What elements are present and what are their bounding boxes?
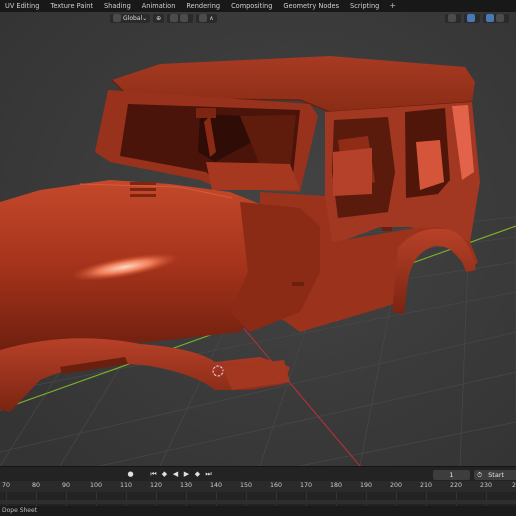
ruler-tick-label: 190 (359, 482, 373, 489)
tab-uv-editing[interactable]: UV Editing (0, 0, 45, 12)
chevron-down-icon: ⌄ (142, 14, 148, 22)
jump-end-icon[interactable]: ⏭ (204, 470, 213, 479)
pivot-point-dropdown[interactable]: ⊕ (153, 13, 165, 23)
ruler-tick-label: 160 (269, 482, 283, 489)
tab-compositing[interactable]: Compositing (226, 0, 278, 12)
prev-keyframe-icon[interactable]: ◆ (160, 470, 169, 479)
orientation-icon (113, 14, 121, 22)
overlay-toggle[interactable] (464, 13, 480, 23)
next-keyframe-icon[interactable]: ◆ (193, 470, 202, 479)
tab-shading[interactable]: Shading (99, 0, 137, 12)
ruler-tick-label: 130 (179, 482, 193, 489)
tab-animation[interactable]: Animation (137, 0, 182, 12)
falloff-icon: ∧ (209, 14, 214, 22)
ruler-tick-label: 110 (119, 482, 133, 489)
clock-icon: ⏱ (477, 471, 483, 479)
record-button[interactable]: ● (126, 470, 135, 479)
tab-scripting[interactable]: Scripting (345, 0, 385, 12)
ruler-tick-label: 200 (389, 482, 403, 489)
timeline-editor: ● ⏮ ◆ ◀ ▶ ◆ ⏭ 1 ⏱ Start 70 80 90 100 110 120 1… (0, 466, 516, 507)
ruler-tick-label: 70 (1, 482, 11, 489)
ruler-tick-label: 150 (239, 482, 253, 489)
ruler-tick-label: 140 (209, 482, 223, 489)
play-icon[interactable]: ▶ (182, 470, 191, 479)
solid-shading-icon (486, 14, 494, 22)
overlays-icon (467, 14, 475, 22)
material-preview-icon (496, 14, 504, 22)
viewport-scene (0, 12, 516, 466)
ruler-tick-label: 180 (329, 482, 343, 489)
viewport-header-center: Global ⌄ ⊕ ∧ (110, 13, 220, 23)
visibility-icon (448, 14, 456, 22)
timeline-scrollbar[interactable] (0, 500, 516, 504)
gizmo-toggle[interactable] (445, 13, 461, 23)
start-frame-field[interactable]: ⏱ Start (474, 470, 516, 480)
pivot-icon: ⊕ (156, 14, 162, 22)
ruler-tick-label: 220 (449, 482, 463, 489)
play-reverse-icon[interactable]: ◀ (171, 470, 180, 479)
tab-texture-paint[interactable]: Texture Paint (45, 0, 99, 12)
snap-icon (170, 14, 179, 22)
snapping-dropdown[interactable] (167, 13, 194, 23)
ruler-tick-label: 24 (511, 482, 516, 489)
frame-ruler[interactable]: 70 80 90 100 110 120 130 140 150 160 170 180 190 200 2… (0, 481, 516, 506)
workspace-tab-bar: UV Editing Texture Paint Shading Animati… (0, 0, 516, 12)
3d-viewport[interactable]: Global ⌄ ⊕ ∧ (0, 12, 516, 466)
playback-controls: ● ⏮ ◆ ◀ ▶ ◆ ⏭ 1 ⏱ Start (0, 469, 516, 481)
editor-type-label: Dope Sheet (0, 506, 516, 516)
current-frame-field[interactable]: 1 (433, 470, 470, 480)
shading-mode-toggle[interactable] (483, 13, 509, 23)
transform-orientation-dropdown[interactable]: Global ⌄ (110, 13, 151, 23)
proportional-icon (199, 14, 208, 22)
viewport-header-right (445, 13, 512, 23)
ruler-tick-label: 100 (89, 482, 103, 489)
jump-start-icon[interactable]: ⏮ (149, 470, 158, 479)
proportional-editing-toggle[interactable]: ∧ (196, 13, 217, 23)
ruler-tick-label: 90 (61, 482, 71, 489)
tab-geometry-nodes[interactable]: Geometry Nodes (278, 0, 345, 12)
ruler-tick-label: 80 (31, 482, 41, 489)
ruler-tick-label: 120 (149, 482, 163, 489)
ruler-tick-label: 170 (299, 482, 313, 489)
tab-rendering[interactable]: Rendering (181, 0, 226, 12)
snap-target-icon (180, 14, 189, 22)
ruler-tick-label: 230 (479, 482, 493, 489)
ruler-tick-label: 210 (419, 482, 433, 489)
add-workspace-button[interactable]: + (385, 0, 400, 12)
